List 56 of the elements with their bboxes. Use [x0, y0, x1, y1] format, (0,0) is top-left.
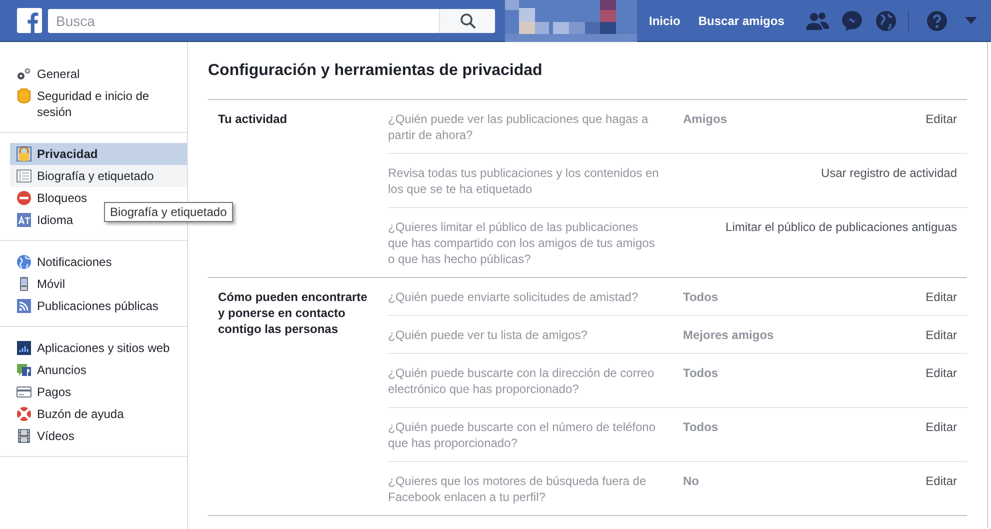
setting-value: Amigos — [683, 111, 728, 128]
search-icon — [460, 12, 476, 28]
timeline-icon — [16, 168, 32, 184]
tooltip: Biografía y etiquetado — [104, 202, 233, 222]
setting-value: Todos — [683, 419, 720, 436]
card-icon — [16, 384, 32, 400]
setting-question: ¿Quieres limitar el público de las publicaciones que has compartido con los amigos de tus amigos o que has hecho públicas? — [388, 219, 656, 267]
rss-icon — [16, 298, 32, 314]
sidebar-item[interactable]: Buzón de ayuda — [10, 403, 187, 425]
setting-value: Todos — [683, 289, 720, 305]
search-button[interactable] — [439, 8, 495, 32]
setting-question: Revisa todas tus publicaciones y los contenidos en los que se te ha etiquetado — [388, 165, 660, 197]
setting-question: ¿Quieres que los motores de búsqueda fuera de Facebook enlacen a tu perfil? — [388, 473, 648, 505]
edit-link[interactable]: Editar — [926, 365, 957, 397]
sidebar-item[interactable]: Privacidad — [10, 143, 187, 165]
logo-icon[interactable] — [17, 8, 42, 33]
setting-value: Todos — [683, 365, 720, 382]
ads-icon — [16, 362, 32, 378]
nav-link[interactable]: Buscar amigos — [692, 10, 790, 32]
nav-link[interactable]: Inicio — [643, 10, 686, 32]
setting-value: No — [683, 473, 700, 490]
edit-link[interactable]: Limitar el público de publicaciones antiguas — [726, 219, 957, 267]
sidebar-item[interactable]: Pagos — [10, 381, 187, 403]
sidebar-item[interactable]: Seguridad e inicio de sesión — [10, 85, 187, 123]
block-icon — [16, 190, 32, 206]
sidebar-item[interactable]: General — [10, 63, 187, 85]
edit-link[interactable]: Editar — [926, 473, 957, 505]
language-icon — [16, 212, 32, 228]
edit-link[interactable]: Editar — [926, 111, 957, 143]
shield-icon — [16, 88, 32, 104]
sidebar-item[interactable]: Vídeos — [10, 425, 187, 447]
gears-icon — [16, 66, 32, 82]
setting-question: ¿Quién puede ver tu lista de amigos? — [388, 327, 588, 343]
edit-link[interactable]: Editar — [926, 289, 957, 305]
section-label: Cómo pueden encontrarte y ponerse en contacto contigo las personas — [217, 289, 368, 338]
film-icon — [16, 428, 32, 444]
sidebar-item[interactable]: Biografía y etiquetado — [10, 165, 187, 187]
lock-icon — [16, 146, 32, 162]
globe-icon — [16, 254, 32, 270]
apps-icon — [16, 340, 32, 356]
edit-link[interactable]: Editar — [926, 327, 957, 343]
sidebar-item[interactable]: Móvil — [10, 273, 187, 295]
page-title: Configuración y herramientas de privacidad — [208, 61, 544, 81]
setting-value: Mejores amigos — [683, 327, 775, 343]
sidebar-item[interactable]: Notificaciones — [10, 251, 187, 273]
edit-link[interactable]: Editar — [926, 419, 957, 451]
sidebar-item[interactable]: Aplicaciones y sitios web — [10, 337, 187, 359]
setting-question: ¿Quién puede ver las publicaciones que hagas a partir de ahora? — [388, 111, 650, 143]
edit-link[interactable]: Usar registro de actividad — [820, 165, 957, 197]
setting-question: ¿Quién puede buscarte con el número de teléfono que has proporcionado? — [388, 419, 657, 451]
setting-question: ¿Quién puede buscarte con la dirección de correo electrónico que has proporcionado? — [388, 365, 656, 397]
sidebar-item[interactable]: Publicaciones públicas — [10, 295, 187, 317]
setting-question: ¿Quién puede enviarte solicitudes de amistad? — [388, 289, 640, 305]
sidebar-item[interactable]: Anuncios — [10, 359, 187, 381]
lifebuoy-icon — [16, 406, 32, 422]
search-field[interactable]: Busca — [48, 8, 439, 32]
